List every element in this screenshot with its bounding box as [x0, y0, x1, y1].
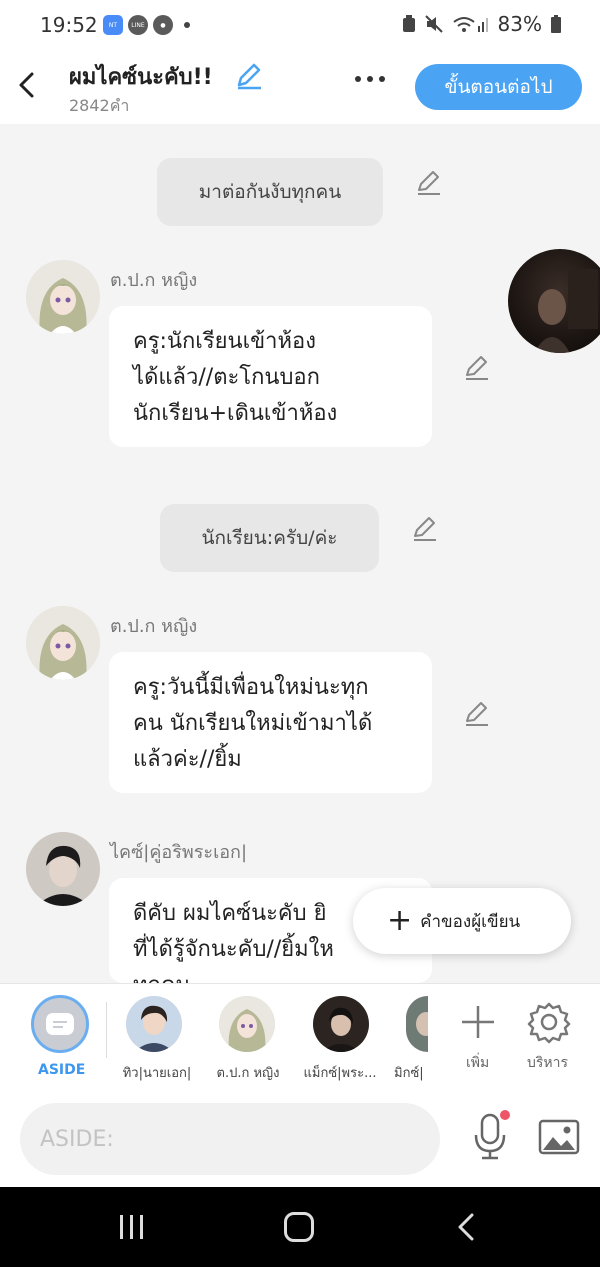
wifi-signal-icon	[452, 17, 488, 32]
floating-video-thumbnail[interactable]	[508, 249, 600, 353]
narration-bubble[interactable]: นักเรียน:ครับ/ค่ะ	[160, 504, 379, 572]
add-character-icon[interactable]	[454, 998, 502, 1046]
character-avatar[interactable]	[26, 606, 100, 680]
aside-chat-icon[interactable]	[31, 995, 89, 1053]
edit-message-pencil-icon[interactable]	[410, 514, 440, 544]
aside-label: ASIDE	[38, 1062, 86, 1078]
speaker-name: ไคซ์|คู่อริพระเอก|	[110, 842, 248, 863]
more-notifications-dot	[184, 22, 190, 28]
dialogue-bubble[interactable]: ครู:วันนี้มีเพื่อนใหม่นะทุก คน นักเรียนใ…	[109, 652, 432, 793]
narration-bubble[interactable]: มาต่อกันงับทุกคน	[157, 158, 383, 226]
more-options-icon[interactable]	[355, 76, 385, 82]
edit-message-pencil-icon[interactable]	[462, 353, 492, 383]
divider	[106, 1002, 107, 1058]
character-avatar-tpk[interactable]	[219, 996, 275, 1052]
character-name: ต.ป.ก หญิง	[216, 1066, 280, 1081]
gear-icon[interactable]	[525, 998, 573, 1046]
battery-percent: 83%	[497, 12, 542, 36]
author-note-label: คำของผู้เขียน	[420, 911, 521, 932]
word-count: 2842คำ	[69, 96, 130, 115]
aside-input[interactable]	[20, 1103, 440, 1175]
add-label: เพิ่ม	[466, 1055, 490, 1071]
character-avatar[interactable]	[26, 832, 100, 906]
speaker-name: ต.ป.ก หญิง	[110, 616, 198, 637]
character-name: ทิว|นายเอก|	[122, 1066, 192, 1081]
input-bar	[0, 1091, 600, 1187]
battery-saver-icon	[402, 15, 415, 32]
mute-icon	[424, 15, 443, 33]
character-avatar[interactable]	[26, 260, 100, 334]
character-avatar-tiw[interactable]	[126, 996, 182, 1052]
character-avatar-mix[interactable]	[406, 996, 428, 1052]
notification-icons: NT LINE ●	[103, 15, 190, 35]
battery-icon	[551, 15, 561, 33]
character-name: แม็กซ์|พระ...	[303, 1066, 377, 1081]
plus-icon: +	[387, 903, 413, 938]
home-icon[interactable]	[284, 1212, 314, 1242]
notification-dot	[500, 1110, 510, 1120]
chat-app-icon: ●	[153, 15, 173, 35]
edit-message-pencil-icon[interactable]	[462, 699, 492, 729]
status-bar: 19:52 NT LINE ● 83%	[0, 0, 600, 48]
novel-toon-app-icon: NT	[103, 15, 123, 35]
manage-label: บริหาร	[527, 1055, 569, 1071]
speaker-name: ต.ป.ก หญิง	[110, 270, 198, 291]
next-step-button[interactable]: ขั้นตอนต่อไป	[415, 64, 582, 110]
author-note-button[interactable]: + คำของผู้เขียน	[353, 888, 571, 954]
system-navigation-bar	[0, 1187, 600, 1267]
line-app-icon: LINE	[128, 15, 148, 35]
editor-header: ผมไคซ์นะคับ!! 2842คำ ขั้นตอนต่อไป	[0, 48, 600, 124]
back-nav-icon[interactable]	[456, 1213, 476, 1241]
image-icon[interactable]	[538, 1119, 580, 1155]
dialogue-bubble[interactable]: ครู:นักเรียนเข้าห้อง ได้แล้ว//ตะโกนบอก น…	[109, 306, 432, 447]
character-selector-bar: ASIDE ทิว|นายเอก| ต.ป.ก หญิง แม็กซ์|พระ.…	[0, 983, 600, 1091]
character-name: มิกซ์|	[394, 1066, 424, 1081]
back-arrow-icon[interactable]	[14, 70, 40, 100]
status-indicators: 83%	[402, 12, 562, 36]
recent-apps-icon[interactable]	[118, 1214, 146, 1240]
edit-title-pencil-icon[interactable]	[234, 60, 264, 90]
edit-message-pencil-icon[interactable]	[414, 168, 444, 198]
story-title: ผมไคซ์นะคับ!!	[69, 65, 213, 90]
status-time: 19:52	[40, 13, 98, 37]
character-avatar-max[interactable]	[313, 996, 369, 1052]
